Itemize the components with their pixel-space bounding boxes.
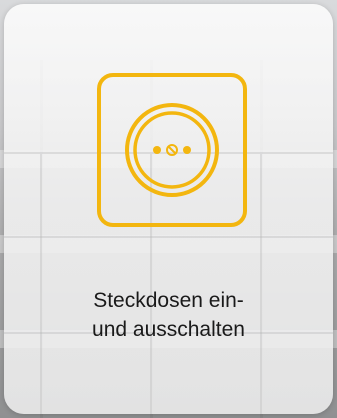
socket-control-tile[interactable]: Steckdosen ein- und ausschalten <box>4 4 333 414</box>
tile-label: Steckdosen ein- und ausschalten <box>4 286 333 344</box>
overlay-line <box>260 154 262 414</box>
power-socket-icon <box>96 72 248 230</box>
overlay-line <box>40 154 42 414</box>
tile-label-line1: Steckdosen ein- <box>93 289 244 312</box>
overlay-line <box>4 236 333 238</box>
tile-label-line2: und ausschalten <box>92 318 245 341</box>
